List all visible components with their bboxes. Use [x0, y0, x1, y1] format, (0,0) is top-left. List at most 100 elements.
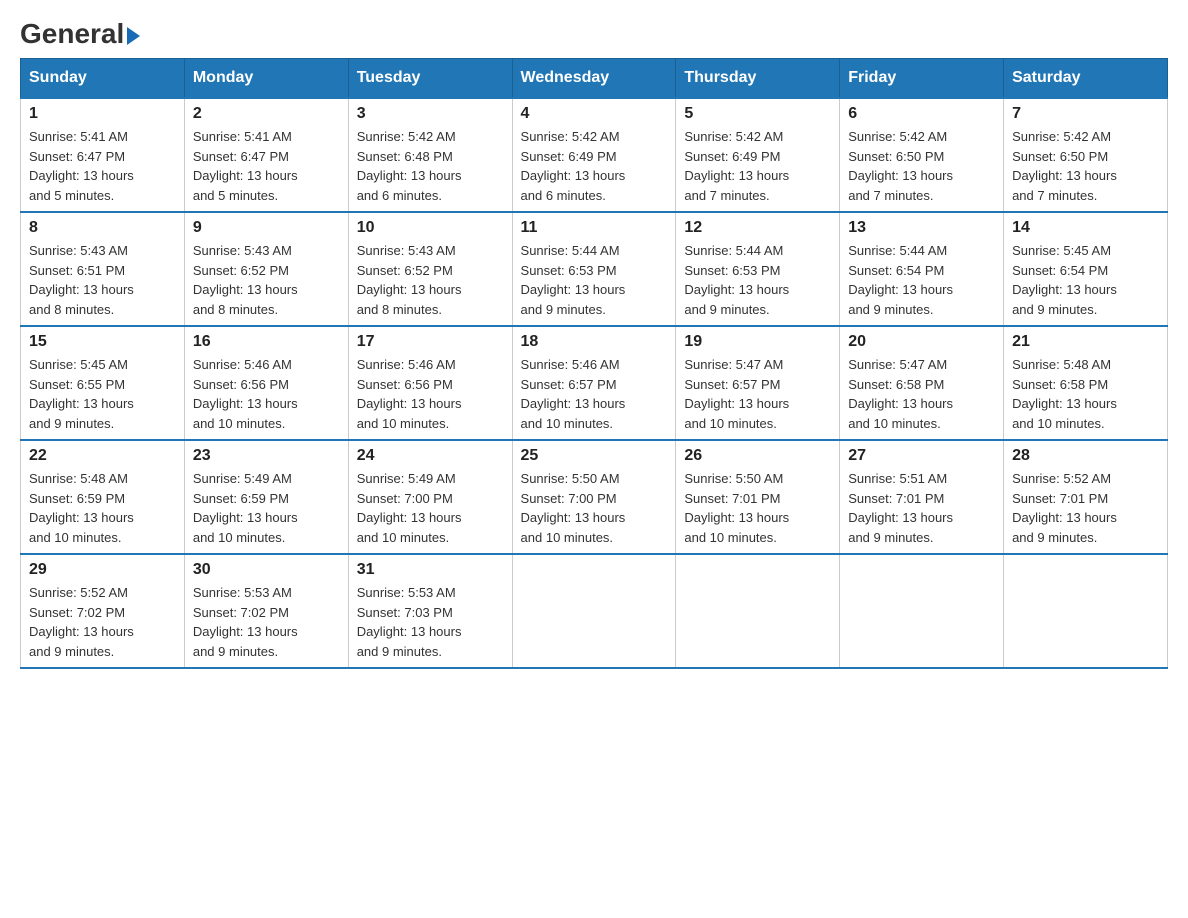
calendar-cell: 22 Sunrise: 5:48 AM Sunset: 6:59 PM Dayl…	[21, 440, 185, 554]
calendar-cell: 3 Sunrise: 5:42 AM Sunset: 6:48 PM Dayli…	[348, 98, 512, 212]
day-info: Sunrise: 5:42 AM Sunset: 6:50 PM Dayligh…	[848, 129, 953, 203]
day-number: 8	[29, 219, 176, 237]
day-info: Sunrise: 5:41 AM Sunset: 6:47 PM Dayligh…	[193, 129, 298, 203]
calendar-cell: 25 Sunrise: 5:50 AM Sunset: 7:00 PM Dayl…	[512, 440, 676, 554]
day-info: Sunrise: 5:50 AM Sunset: 7:00 PM Dayligh…	[521, 471, 626, 545]
calendar-cell: 31 Sunrise: 5:53 AM Sunset: 7:03 PM Dayl…	[348, 554, 512, 668]
day-info: Sunrise: 5:43 AM Sunset: 6:52 PM Dayligh…	[357, 243, 462, 317]
calendar-week-row: 22 Sunrise: 5:48 AM Sunset: 6:59 PM Dayl…	[21, 440, 1168, 554]
day-info: Sunrise: 5:43 AM Sunset: 6:52 PM Dayligh…	[193, 243, 298, 317]
calendar-cell	[1004, 554, 1168, 668]
calendar-table: SundayMondayTuesdayWednesdayThursdayFrid…	[20, 58, 1168, 669]
day-info: Sunrise: 5:46 AM Sunset: 6:57 PM Dayligh…	[521, 357, 626, 431]
day-info: Sunrise: 5:52 AM Sunset: 7:01 PM Dayligh…	[1012, 471, 1117, 545]
day-number: 1	[29, 105, 176, 123]
calendar-cell: 9 Sunrise: 5:43 AM Sunset: 6:52 PM Dayli…	[184, 212, 348, 326]
day-info: Sunrise: 5:49 AM Sunset: 7:00 PM Dayligh…	[357, 471, 462, 545]
day-number: 24	[357, 447, 504, 465]
day-info: Sunrise: 5:53 AM Sunset: 7:03 PM Dayligh…	[357, 585, 462, 659]
day-number: 6	[848, 105, 995, 123]
calendar-cell: 24 Sunrise: 5:49 AM Sunset: 7:00 PM Dayl…	[348, 440, 512, 554]
calendar-cell: 11 Sunrise: 5:44 AM Sunset: 6:53 PM Dayl…	[512, 212, 676, 326]
column-header-friday: Friday	[840, 59, 1004, 99]
calendar-cell: 20 Sunrise: 5:47 AM Sunset: 6:58 PM Dayl…	[840, 326, 1004, 440]
calendar-cell: 23 Sunrise: 5:49 AM Sunset: 6:59 PM Dayl…	[184, 440, 348, 554]
day-number: 22	[29, 447, 176, 465]
day-info: Sunrise: 5:48 AM Sunset: 6:59 PM Dayligh…	[29, 471, 134, 545]
column-header-wednesday: Wednesday	[512, 59, 676, 99]
calendar-cell	[676, 554, 840, 668]
calendar-cell: 12 Sunrise: 5:44 AM Sunset: 6:53 PM Dayl…	[676, 212, 840, 326]
day-number: 21	[1012, 333, 1159, 351]
day-number: 31	[357, 561, 504, 579]
calendar-cell: 2 Sunrise: 5:41 AM Sunset: 6:47 PM Dayli…	[184, 98, 348, 212]
calendar-cell: 1 Sunrise: 5:41 AM Sunset: 6:47 PM Dayli…	[21, 98, 185, 212]
day-number: 11	[521, 219, 668, 237]
day-number: 27	[848, 447, 995, 465]
day-number: 14	[1012, 219, 1159, 237]
day-info: Sunrise: 5:42 AM Sunset: 6:48 PM Dayligh…	[357, 129, 462, 203]
calendar-week-row: 1 Sunrise: 5:41 AM Sunset: 6:47 PM Dayli…	[21, 98, 1168, 212]
calendar-cell: 15 Sunrise: 5:45 AM Sunset: 6:55 PM Dayl…	[21, 326, 185, 440]
column-header-saturday: Saturday	[1004, 59, 1168, 99]
day-number: 23	[193, 447, 340, 465]
day-info: Sunrise: 5:52 AM Sunset: 7:02 PM Dayligh…	[29, 585, 134, 659]
day-number: 2	[193, 105, 340, 123]
calendar-week-row: 29 Sunrise: 5:52 AM Sunset: 7:02 PM Dayl…	[21, 554, 1168, 668]
day-info: Sunrise: 5:53 AM Sunset: 7:02 PM Dayligh…	[193, 585, 298, 659]
day-number: 17	[357, 333, 504, 351]
day-number: 26	[684, 447, 831, 465]
day-number: 12	[684, 219, 831, 237]
day-number: 13	[848, 219, 995, 237]
calendar-cell: 17 Sunrise: 5:46 AM Sunset: 6:56 PM Dayl…	[348, 326, 512, 440]
day-number: 30	[193, 561, 340, 579]
day-number: 3	[357, 105, 504, 123]
day-number: 18	[521, 333, 668, 351]
column-header-monday: Monday	[184, 59, 348, 99]
day-number: 10	[357, 219, 504, 237]
day-number: 7	[1012, 105, 1159, 123]
day-number: 29	[29, 561, 176, 579]
day-info: Sunrise: 5:50 AM Sunset: 7:01 PM Dayligh…	[684, 471, 789, 545]
day-number: 25	[521, 447, 668, 465]
column-header-sunday: Sunday	[21, 59, 185, 99]
calendar-cell: 13 Sunrise: 5:44 AM Sunset: 6:54 PM Dayl…	[840, 212, 1004, 326]
calendar-week-row: 8 Sunrise: 5:43 AM Sunset: 6:51 PM Dayli…	[21, 212, 1168, 326]
day-info: Sunrise: 5:49 AM Sunset: 6:59 PM Dayligh…	[193, 471, 298, 545]
day-number: 20	[848, 333, 995, 351]
calendar-cell: 18 Sunrise: 5:46 AM Sunset: 6:57 PM Dayl…	[512, 326, 676, 440]
logo-general: General	[20, 20, 140, 48]
day-info: Sunrise: 5:45 AM Sunset: 6:54 PM Dayligh…	[1012, 243, 1117, 317]
calendar-cell: 27 Sunrise: 5:51 AM Sunset: 7:01 PM Dayl…	[840, 440, 1004, 554]
page-header: General	[20, 20, 1168, 48]
day-info: Sunrise: 5:51 AM Sunset: 7:01 PM Dayligh…	[848, 471, 953, 545]
day-info: Sunrise: 5:42 AM Sunset: 6:49 PM Dayligh…	[521, 129, 626, 203]
calendar-cell: 14 Sunrise: 5:45 AM Sunset: 6:54 PM Dayl…	[1004, 212, 1168, 326]
day-number: 9	[193, 219, 340, 237]
day-info: Sunrise: 5:48 AM Sunset: 6:58 PM Dayligh…	[1012, 357, 1117, 431]
day-info: Sunrise: 5:46 AM Sunset: 6:56 PM Dayligh…	[357, 357, 462, 431]
day-info: Sunrise: 5:44 AM Sunset: 6:53 PM Dayligh…	[684, 243, 789, 317]
calendar-cell: 19 Sunrise: 5:47 AM Sunset: 6:57 PM Dayl…	[676, 326, 840, 440]
calendar-cell: 7 Sunrise: 5:42 AM Sunset: 6:50 PM Dayli…	[1004, 98, 1168, 212]
calendar-cell: 16 Sunrise: 5:46 AM Sunset: 6:56 PM Dayl…	[184, 326, 348, 440]
calendar-header-row: SundayMondayTuesdayWednesdayThursdayFrid…	[21, 59, 1168, 99]
day-number: 16	[193, 333, 340, 351]
day-number: 28	[1012, 447, 1159, 465]
day-info: Sunrise: 5:44 AM Sunset: 6:53 PM Dayligh…	[521, 243, 626, 317]
calendar-cell: 8 Sunrise: 5:43 AM Sunset: 6:51 PM Dayli…	[21, 212, 185, 326]
logo: General	[20, 20, 140, 48]
day-info: Sunrise: 5:47 AM Sunset: 6:57 PM Dayligh…	[684, 357, 789, 431]
calendar-cell: 21 Sunrise: 5:48 AM Sunset: 6:58 PM Dayl…	[1004, 326, 1168, 440]
day-info: Sunrise: 5:42 AM Sunset: 6:49 PM Dayligh…	[684, 129, 789, 203]
calendar-cell: 4 Sunrise: 5:42 AM Sunset: 6:49 PM Dayli…	[512, 98, 676, 212]
day-number: 15	[29, 333, 176, 351]
calendar-cell: 10 Sunrise: 5:43 AM Sunset: 6:52 PM Dayl…	[348, 212, 512, 326]
calendar-cell	[840, 554, 1004, 668]
calendar-week-row: 15 Sunrise: 5:45 AM Sunset: 6:55 PM Dayl…	[21, 326, 1168, 440]
day-info: Sunrise: 5:43 AM Sunset: 6:51 PM Dayligh…	[29, 243, 134, 317]
day-info: Sunrise: 5:45 AM Sunset: 6:55 PM Dayligh…	[29, 357, 134, 431]
day-info: Sunrise: 5:41 AM Sunset: 6:47 PM Dayligh…	[29, 129, 134, 203]
calendar-cell	[512, 554, 676, 668]
calendar-cell: 6 Sunrise: 5:42 AM Sunset: 6:50 PM Dayli…	[840, 98, 1004, 212]
